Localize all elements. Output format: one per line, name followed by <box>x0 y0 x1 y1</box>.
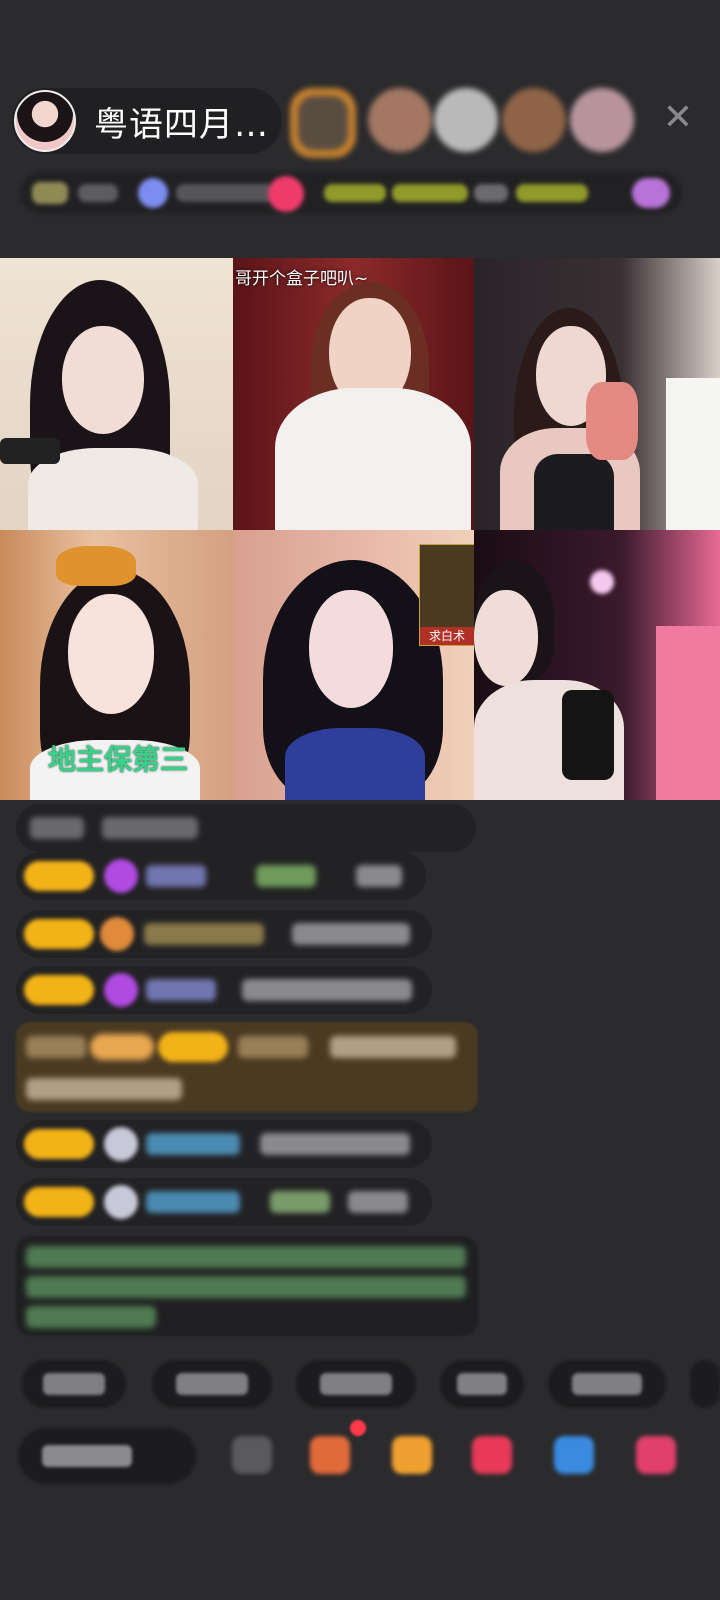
microphone-icon <box>562 690 614 780</box>
video-cell-1[interactable] <box>0 258 233 530</box>
close-icon[interactable]: ✕ <box>660 100 696 136</box>
chat-message <box>16 966 432 1014</box>
chat-message <box>16 852 426 900</box>
room-info-pill[interactable]: 粤语四月… <box>12 88 282 154</box>
gift-label: 求白术 <box>420 627 474 645</box>
viewer-avatar-5[interactable] <box>570 88 634 152</box>
emoji-icon[interactable] <box>232 1436 272 1474</box>
video-cell-4[interactable]: 地主保第三 <box>0 530 233 800</box>
quick-chip-3[interactable] <box>296 1360 416 1408</box>
room-title: 粤语四月… <box>94 104 269 145</box>
viewer-avatar-4[interactable] <box>502 88 566 152</box>
cell-4-overlay-text: 地主保第三 <box>48 743 189 776</box>
share-icon[interactable] <box>554 1436 594 1474</box>
viewer-avatar-2[interactable] <box>368 88 432 152</box>
gift-card[interactable]: 求白术 <box>419 544 474 646</box>
host-avatar[interactable] <box>14 90 76 152</box>
bag-icon[interactable] <box>392 1436 432 1474</box>
quick-chip-6[interactable] <box>690 1360 720 1408</box>
chat-message <box>16 1120 432 1168</box>
quick-chip-4[interactable] <box>440 1360 524 1408</box>
quick-chip-1[interactable] <box>22 1360 126 1408</box>
chat-highlight-message <box>16 1022 478 1112</box>
viewer-avatar-1[interactable] <box>290 88 356 158</box>
notification-dot <box>350 1420 366 1436</box>
microphone-icon <box>0 438 60 464</box>
chat-message <box>16 910 432 958</box>
quick-chip-5[interactable] <box>548 1360 666 1408</box>
chat-message <box>16 804 476 852</box>
chat-input[interactable] <box>18 1428 196 1484</box>
more-icon[interactable] <box>636 1436 676 1474</box>
bear-ears-sticker <box>56 546 136 586</box>
game-icon[interactable] <box>472 1436 512 1474</box>
gift-box-icon[interactable] <box>310 1436 350 1474</box>
video-cell-2[interactable]: 哥开个盒子吧叭~ <box>233 258 474 530</box>
video-cell-5[interactable]: 求白术 <box>233 530 474 800</box>
video-cell-3[interactable] <box>474 258 720 530</box>
cell-2-overlay-text: 哥开个盒子吧叭~ <box>235 269 369 289</box>
video-cell-6[interactable] <box>474 530 720 800</box>
system-notice-message <box>16 1236 478 1336</box>
video-grid: 哥开个盒子吧叭~ 地主保第三 求白术 <box>0 258 720 800</box>
viewer-avatar-3[interactable] <box>434 88 498 152</box>
chat-message <box>16 1178 432 1226</box>
quick-chip-2[interactable] <box>152 1360 272 1408</box>
rank-tag-bar[interactable] <box>20 172 682 214</box>
